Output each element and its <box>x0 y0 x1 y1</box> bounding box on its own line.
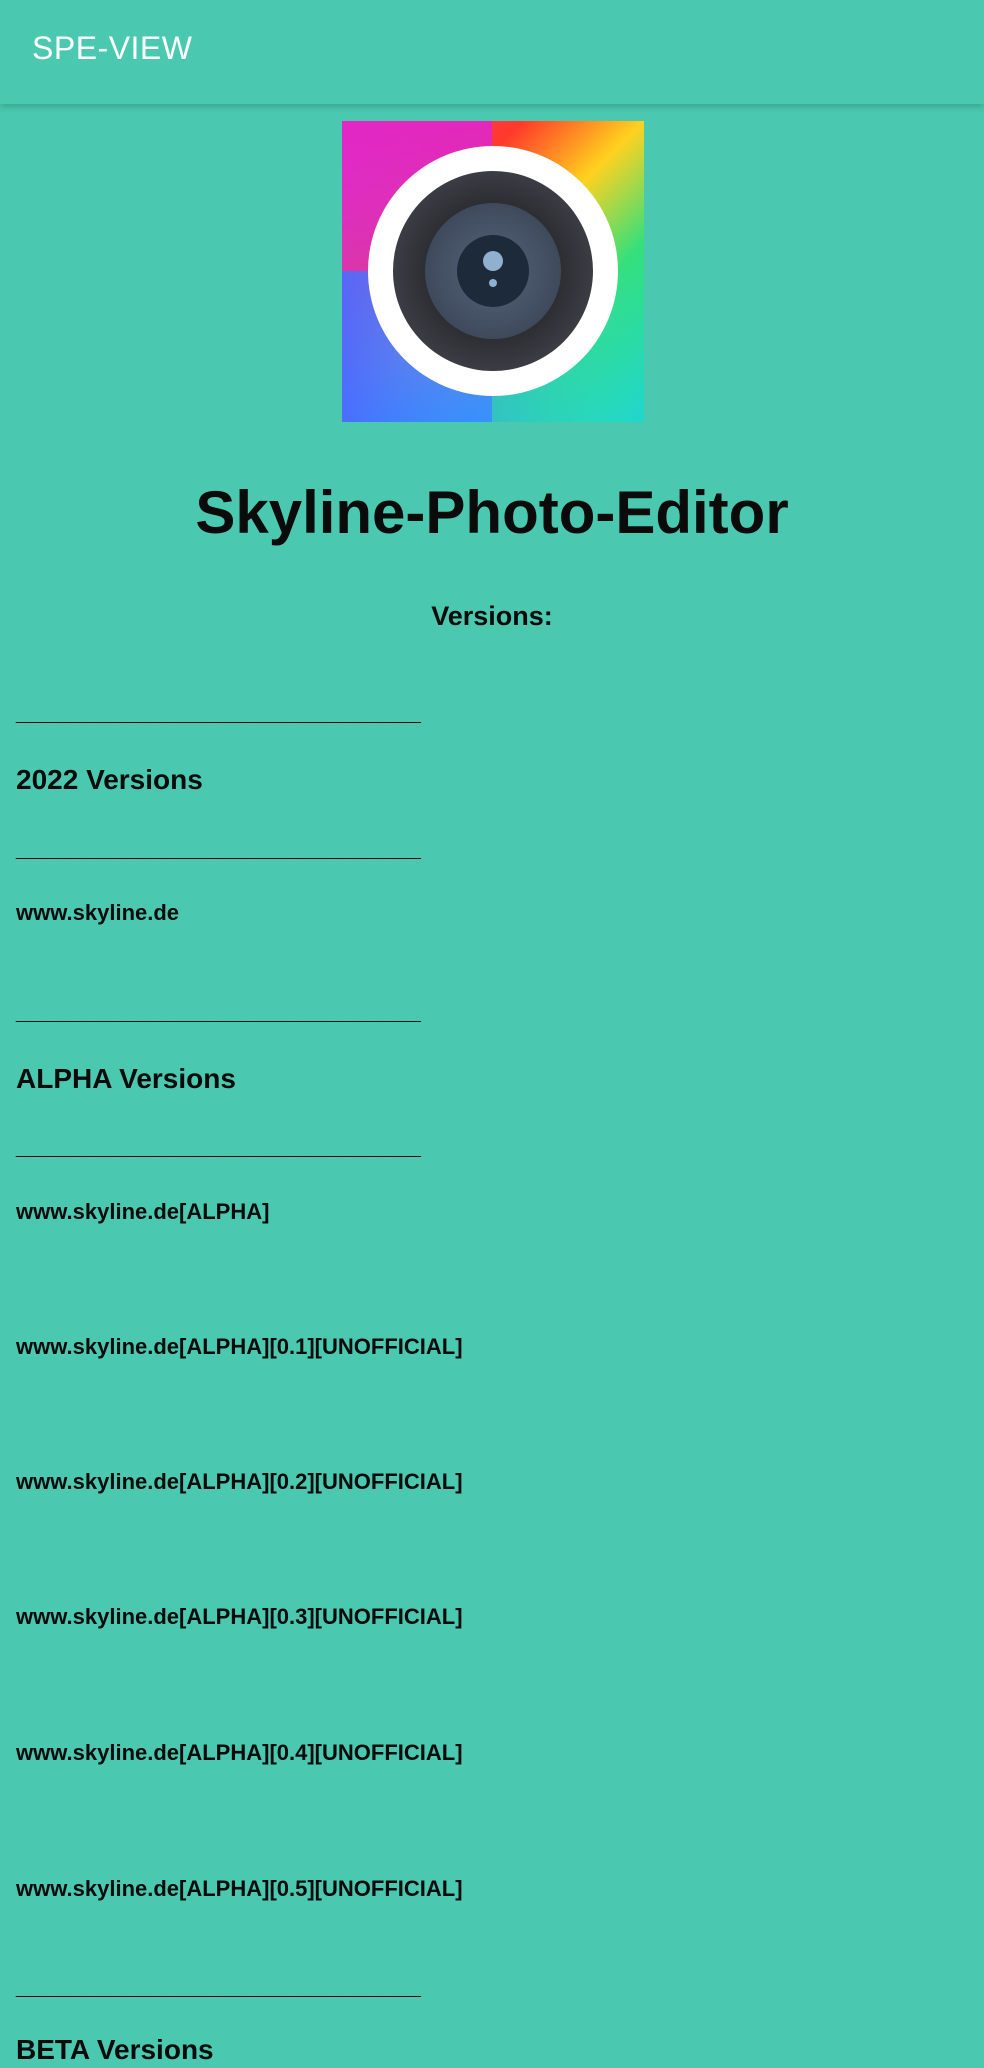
camera-lens-icon <box>342 121 644 422</box>
divider-line: ______________________________ <box>16 696 421 726</box>
divider-line: ______________________________ <box>16 1130 421 1160</box>
app-bar: SPE-VIEW <box>0 0 984 104</box>
section-heading-beta: BETA Versions <box>16 2034 214 2065</box>
link-skyline-alpha-0-2[interactable]: www.skyline.de[ALPHA][0.2][UNOFFICIAL] <box>16 1467 463 1497</box>
link-skyline-alpha-0-3[interactable]: www.skyline.de[ALPHA][0.3][UNOFFICIAL] <box>16 1602 463 1632</box>
divider-line: ______________________________ <box>16 995 421 1025</box>
link-skyline-alpha-0-5[interactable]: www.skyline.de[ALPHA][0.5][UNOFFICIAL] <box>16 1874 463 1904</box>
link-skyline[interactable]: www.skyline.de <box>16 898 179 928</box>
divider-line: ______________________________ <box>16 832 421 862</box>
app-bar-title: SPE-VIEW <box>32 30 193 66</box>
link-skyline-alpha-0-1[interactable]: www.skyline.de[ALPHA][0.1][UNOFFICIAL] <box>16 1332 463 1362</box>
link-skyline-alpha-0-4[interactable]: www.skyline.de[ALPHA][0.4][UNOFFICIAL] <box>16 1738 463 1768</box>
app-logo-image <box>342 121 644 422</box>
section-heading-alpha: ALPHA Versions <box>16 1063 236 1094</box>
divider-line: ______________________________ <box>16 1970 421 2000</box>
app-name-heading: Skyline-Photo-Editor <box>195 479 789 546</box>
section-heading-2022: 2022 Versions <box>16 764 203 795</box>
link-skyline-alpha[interactable]: www.skyline.de[ALPHA] <box>16 1197 269 1227</box>
versions-heading: Versions: <box>431 601 553 631</box>
